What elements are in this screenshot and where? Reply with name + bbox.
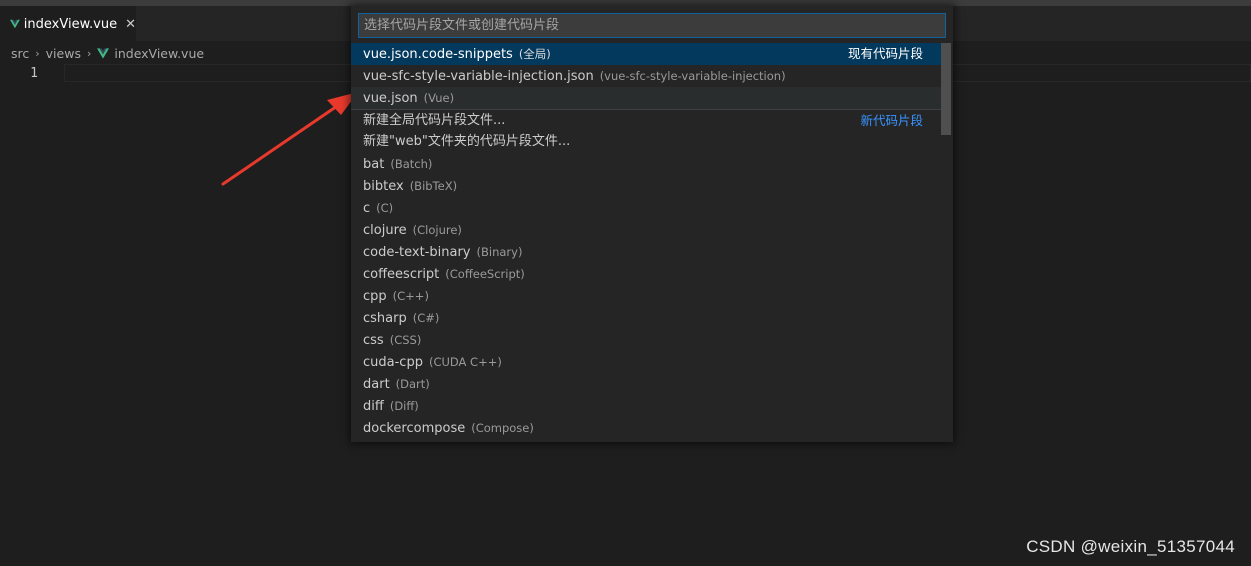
item-label: vue-sfc-style-variable-injection.json (363, 69, 594, 84)
item-description: (CSS) (389, 333, 422, 347)
item-label: diff (363, 399, 384, 414)
item-label: vue.json.code-snippets (363, 47, 513, 62)
line-number: 1 (30, 66, 38, 81)
item-label: vue.json (363, 91, 418, 106)
list-item[interactable]: vue.json (Vue) (351, 87, 941, 109)
item-description: (C++) (392, 289, 429, 303)
list-item[interactable]: coffeescript (CoffeeScript) (351, 263, 941, 285)
scrollbar[interactable] (941, 43, 951, 442)
item-label: bibtex (363, 179, 404, 194)
item-description: (vue-sfc-style-variable-injection) (599, 69, 786, 83)
item-description: (Clojure) (412, 223, 462, 237)
scrollbar-thumb[interactable] (941, 43, 951, 135)
close-icon[interactable]: ✕ (125, 17, 136, 32)
breadcrumb: src › views › indexView.vue (11, 44, 204, 62)
item-description: (CUDA C++) (428, 355, 502, 369)
item-label: cpp (363, 289, 387, 304)
item-label: css (363, 333, 384, 348)
tab-label: indexView.vue (23, 16, 118, 32)
item-description: (BibTeX) (409, 179, 458, 193)
item-description: (全局) (518, 47, 551, 61)
list-item[interactable]: clojure (Clojure) (351, 219, 941, 241)
list-item[interactable]: cpp (C++) (351, 285, 941, 307)
item-description: (Binary) (476, 245, 523, 259)
item-description: (Dart) (395, 377, 430, 391)
watermark: CSDN @weixin_51357044 (1026, 537, 1235, 556)
chevron-right-icon: › (86, 46, 92, 60)
list-item[interactable]: bibtex (BibTeX) (351, 175, 941, 197)
item-description: (Compose) (471, 421, 534, 435)
item-label: clojure (363, 223, 407, 238)
item-description: (C#) (412, 311, 440, 325)
item-label: dockercompose (363, 421, 466, 436)
item-label: csharp (363, 311, 407, 326)
list-item[interactable]: cuda-cpp (CUDA C++) (351, 351, 941, 373)
item-description: (Diff) (389, 399, 419, 413)
list-item[interactable]: bat (Batch) (351, 153, 941, 175)
existing-snippets-label: 现有代码片段 (847, 46, 923, 61)
tab-indexview[interactable]: indexView.vue ✕ (0, 6, 136, 41)
item-label: code-text-binary (363, 245, 471, 260)
item-label: 新建全局代码片段文件... (363, 113, 506, 128)
item-label: bat (363, 157, 385, 172)
list-item[interactable]: dart (Dart) (351, 373, 941, 395)
list-item[interactable]: 新建全局代码片段文件... 新代码片段 (351, 109, 941, 131)
vue-icon (10, 19, 20, 29)
quick-pick-panel: vue.json.code-snippets (全局) 现有代码片段 vue-sfc-… (351, 6, 953, 442)
item-description: (CoffeeScript) (445, 267, 525, 281)
list-item[interactable]: diff (Diff) (351, 395, 941, 417)
list-item[interactable]: 新建"web"文件夹的代码片段文件... (351, 131, 941, 153)
item-description: (Batch) (390, 157, 433, 171)
new-snippet-label: 新代码片段 (860, 113, 923, 128)
list-item[interactable]: vue-sfc-style-variable-injection.json (vu… (351, 65, 941, 87)
list-item[interactable]: css (CSS) (351, 329, 941, 351)
list-item[interactable]: vue.json.code-snippets (全局) 现有代码片段 (351, 43, 941, 65)
breadcrumb-item-views[interactable]: views (46, 46, 81, 61)
item-description: (C) (376, 201, 394, 215)
item-label: coffeescript (363, 267, 440, 282)
vue-icon (97, 47, 110, 59)
item-label: 新建"web"文件夹的代码片段文件... (363, 134, 571, 149)
red-arrow-annotation (221, 92, 358, 186)
list-item[interactable]: dockercompose (Compose) (351, 417, 941, 439)
list-item[interactable]: c (C) (351, 197, 941, 219)
item-description: (Vue) (423, 91, 455, 105)
snippet-search-input[interactable] (358, 13, 946, 38)
list-item[interactable]: code-text-binary (Binary) (351, 241, 941, 263)
item-label: cuda-cpp (363, 355, 423, 370)
item-label: dart (363, 377, 390, 392)
breadcrumb-item-src[interactable]: src (11, 46, 29, 61)
list-item[interactable]: csharp (C#) (351, 307, 941, 329)
breadcrumb-item-file[interactable]: indexView.vue (114, 46, 204, 61)
chevron-right-icon: › (35, 46, 40, 60)
item-label: c (363, 201, 371, 216)
quick-pick-list: vue.json.code-snippets (全局) 现有代码片段 vue-sfc-… (351, 43, 941, 439)
